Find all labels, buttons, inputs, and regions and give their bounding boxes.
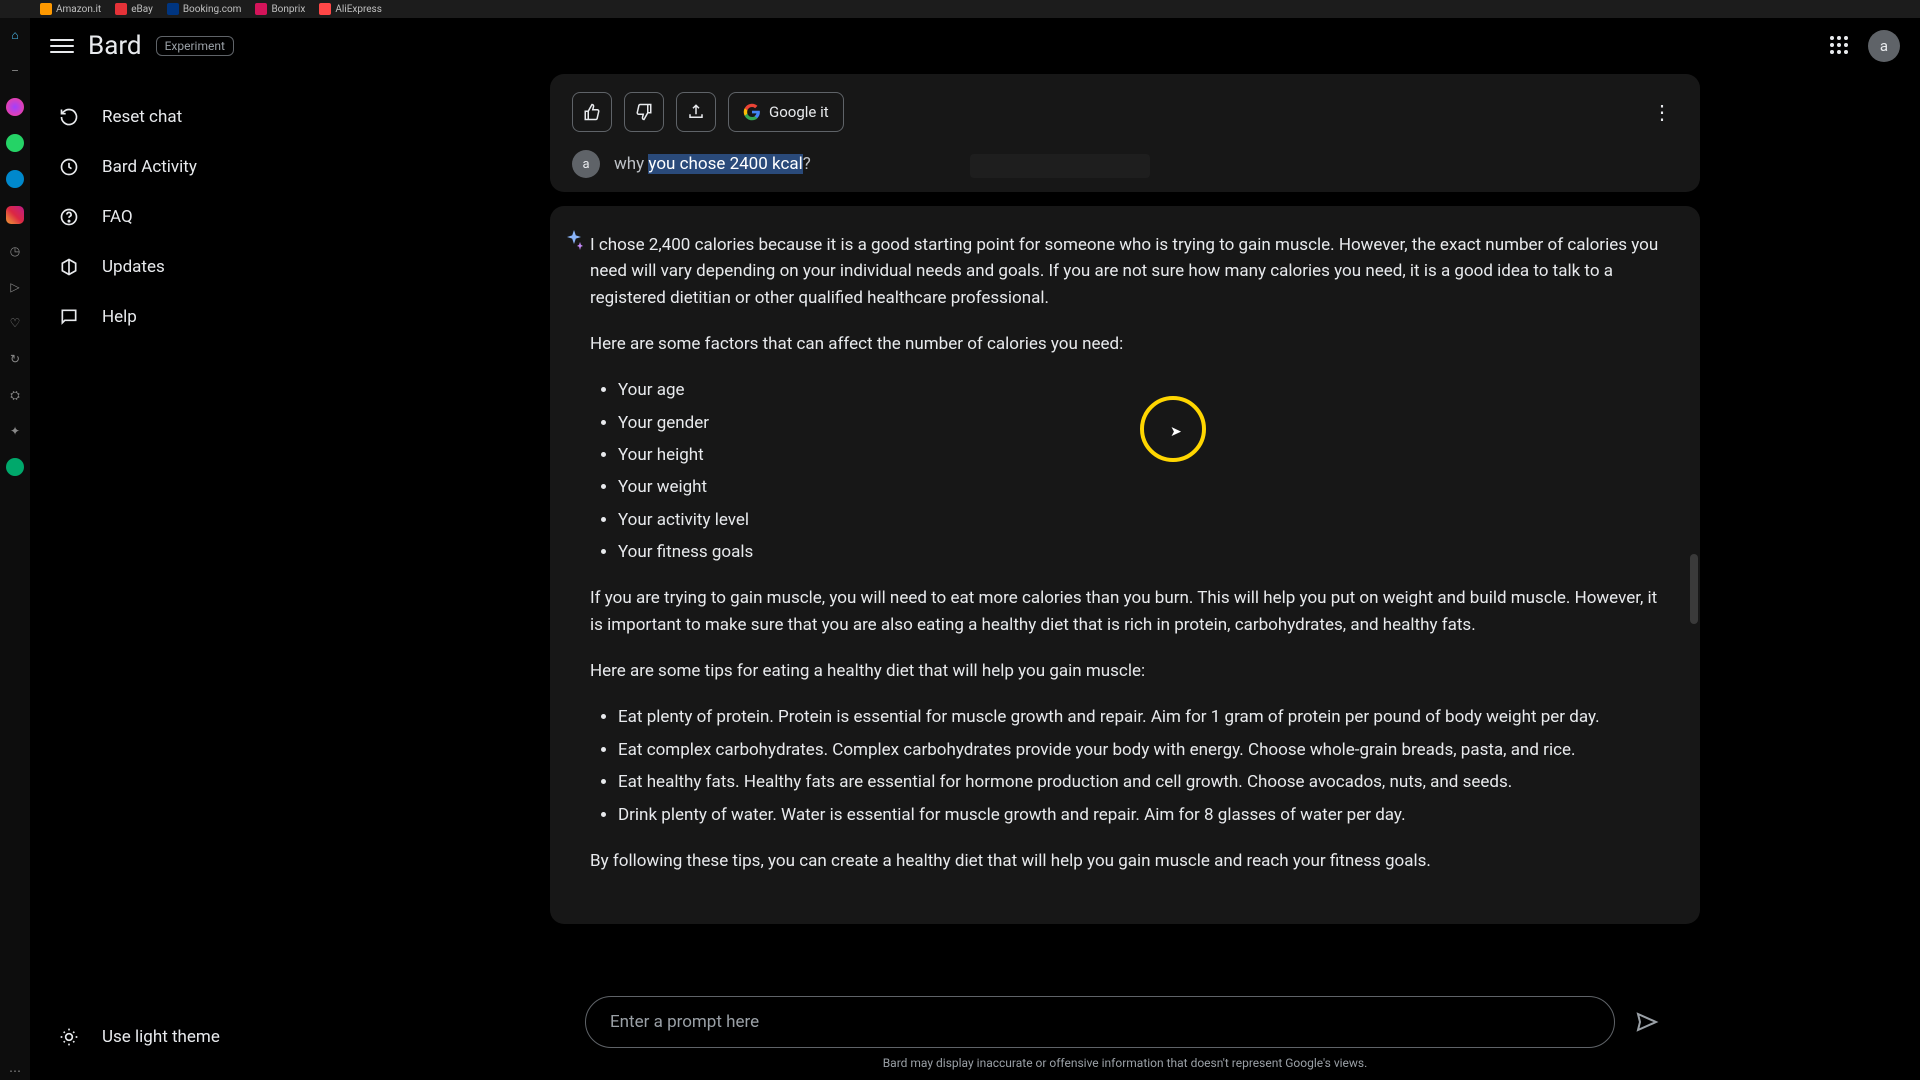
list-item: Your height [618, 442, 1660, 468]
prompt-input-container[interactable] [585, 996, 1615, 1048]
telegram-icon[interactable] [6, 170, 24, 188]
response-paragraph: If you are trying to gain muscle, you wi… [590, 585, 1660, 638]
booking-icon [167, 3, 179, 15]
bookmark-label: Bonprix [271, 4, 305, 15]
bookmark-aliexpress[interactable]: AliExpress [319, 3, 382, 15]
sidebar-item-activity[interactable]: Bard Activity [30, 142, 330, 192]
google-logo-icon [743, 103, 761, 121]
list-item: Eat plenty of protein. Protein is essent… [618, 704, 1660, 730]
side-nav: Reset chat Bard Activity FAQ Updates Hel… [30, 74, 330, 1080]
sun-icon [58, 1026, 80, 1048]
google-it-label: Google it [769, 103, 829, 121]
activity-icon [58, 156, 80, 178]
play-icon[interactable]: ▷ [6, 278, 24, 296]
tips-list: Eat plenty of protein. Protein is essent… [618, 704, 1660, 827]
theme-toggle[interactable]: Use light theme [30, 1012, 330, 1062]
response-paragraph: Here are some factors that can affect th… [590, 331, 1660, 357]
prompt-input[interactable] [610, 1012, 1590, 1032]
bard-app: Bard Experiment a Reset chat Bard Activi… [30, 18, 1920, 1080]
bookmark-booking[interactable]: Booking.com [167, 3, 242, 15]
user-avatar: a [572, 150, 600, 178]
history-icon[interactable]: ↻ [6, 350, 24, 368]
bookmark-bonprix[interactable]: Bonprix [255, 3, 305, 15]
sidebar-item-label: Help [102, 307, 137, 327]
list-item: Your fitness goals [618, 539, 1660, 565]
response-actions-card: Google it ⋮ a why you chose 2400 kcal? [550, 74, 1700, 192]
bookmark-amazon[interactable]: Amazon.it [40, 3, 101, 15]
factors-list: Your age Your gender Your height Your we… [618, 377, 1660, 565]
updates-icon [58, 256, 80, 278]
list-item: Eat complex carbohydrates. Complex carbo… [618, 737, 1660, 763]
list-item: Eat healthy fats. Healthy fats are essen… [618, 769, 1660, 795]
bookmark-ebay[interactable]: eBay [115, 3, 153, 15]
messenger-icon[interactable] [6, 98, 24, 116]
ebay-icon [115, 3, 127, 15]
help-icon [58, 306, 80, 328]
list-item: Your activity level [618, 507, 1660, 533]
faq-icon [58, 206, 80, 228]
experiment-badge: Experiment [156, 36, 234, 56]
sidebar-item-label: Updates [102, 257, 165, 277]
disclaimer-text: Bard may display inaccurate or offensive… [883, 1056, 1368, 1070]
bonprix-icon [255, 3, 267, 15]
bookmark-label: Booking.com [183, 4, 242, 15]
menu-button[interactable] [50, 34, 74, 58]
app-title: Bard [88, 31, 142, 61]
sidebar-item-label: Reset chat [102, 107, 182, 127]
bookmark-label: eBay [131, 4, 153, 15]
sparkle-icon[interactable]: ✦ [6, 422, 24, 440]
prompt-area [585, 996, 1665, 1048]
main-column: Google it ⋮ a why you chose 2400 kcal? [330, 74, 1920, 1080]
bard-response-card: I chose 2,400 calories because it is a g… [550, 206, 1700, 924]
sidebar-item-faq[interactable]: FAQ [30, 192, 330, 242]
heart-icon[interactable]: ♡ [6, 314, 24, 332]
sidebar-item-help[interactable]: Help [30, 292, 330, 342]
tooltip-ghost [970, 154, 1150, 178]
sidebar-item-label: FAQ [102, 207, 133, 227]
google-it-button[interactable]: Google it [728, 92, 844, 132]
instagram-icon[interactable] [6, 206, 24, 224]
sidebar-item-reset-chat[interactable]: Reset chat [30, 92, 330, 142]
chat-scroll[interactable]: Google it ⋮ a why you chose 2400 kcal? [550, 74, 1700, 988]
response-body: I chose 2,400 calories because it is a g… [590, 232, 1660, 874]
thumbs-down-button[interactable] [624, 92, 664, 132]
thumbs-up-button[interactable] [572, 92, 612, 132]
response-paragraph: Here are some tips for eating a healthy … [590, 658, 1660, 684]
list-item: Your gender [618, 410, 1660, 436]
app-a-icon[interactable] [6, 458, 24, 476]
share-button[interactable] [676, 92, 716, 132]
clock-icon[interactable]: ◷ [6, 242, 24, 260]
response-paragraph: I chose 2,400 calories because it is a g… [590, 232, 1660, 311]
os-sidebar: ⌂ – ◷ ▷ ♡ ↻ ⛭ ✦ ⋯ [0, 18, 30, 1080]
more-options-button[interactable]: ⋮ [1646, 96, 1678, 128]
google-apps-button[interactable] [1830, 36, 1850, 56]
scrollbar-thumb[interactable] [1690, 554, 1698, 624]
theme-label: Use light theme [102, 1027, 220, 1047]
amazon-icon [40, 3, 52, 15]
bookmark-label: Amazon.it [56, 4, 101, 15]
user-message-row: a why you chose 2400 kcal? [572, 150, 811, 178]
reset-icon [58, 106, 80, 128]
list-item: Drink plenty of water. Water is essentia… [618, 802, 1660, 828]
home-icon[interactable]: ⌂ [6, 26, 24, 44]
dash-icon[interactable]: – [6, 62, 24, 80]
bard-spark-icon [562, 228, 586, 252]
settings-icon[interactable]: ⛭ [6, 386, 24, 404]
app-header: Bard Experiment a [30, 18, 1920, 74]
sidebar-item-updates[interactable]: Updates [30, 242, 330, 292]
aliexpress-icon [319, 3, 331, 15]
account-avatar[interactable]: a [1868, 30, 1900, 62]
response-paragraph: By following these tips, you can create … [590, 848, 1660, 874]
bookmark-label: AliExpress [335, 4, 382, 15]
whatsapp-icon[interactable] [6, 134, 24, 152]
send-button[interactable] [1629, 1004, 1665, 1040]
list-item: Your weight [618, 474, 1660, 500]
user-message-text[interactable]: why you chose 2400 kcal? [614, 154, 811, 174]
list-item: Your age [618, 377, 1660, 403]
more-icon[interactable]: ⋯ [6, 1062, 24, 1080]
browser-bookmarks-bar: Amazon.it eBay Booking.com Bonprix AliEx… [0, 0, 1920, 18]
sidebar-item-label: Bard Activity [102, 157, 197, 177]
